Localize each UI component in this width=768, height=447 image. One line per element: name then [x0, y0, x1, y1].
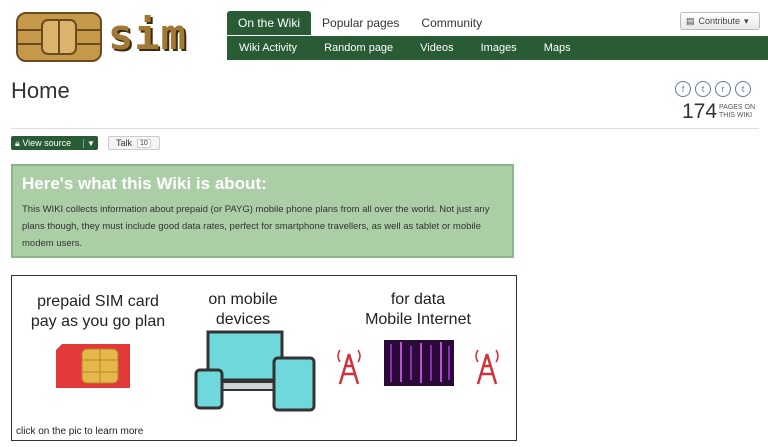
logo-text: sim [108, 10, 187, 59]
tab-on-the-wiki[interactable]: On the Wiki [227, 11, 312, 35]
tab-community[interactable]: Community [410, 11, 493, 35]
banner-col2-line2: devices [215, 311, 271, 328]
about-box: Here's what this Wiki is about: This WIK… [11, 164, 514, 258]
contribute-button[interactable]: ▤ Contribute ▾ [680, 12, 760, 30]
info-banner-image[interactable]: prepaid SIM card pay as you go plan on m… [11, 275, 517, 441]
chevron-down-icon[interactable]: ▼ [83, 138, 98, 148]
pages-label: PAGES ON THIS WIKI [719, 104, 755, 120]
subnav-images[interactable]: Images [481, 42, 517, 54]
sim-chip-logo-icon [16, 12, 102, 62]
banner-footer-text: click on the pic to learn more [16, 426, 144, 437]
talk-button[interactable]: Talk 10 [108, 136, 160, 150]
banner-col1-line2: pay as you go plan [30, 313, 166, 330]
twitter-icon[interactable]: t [695, 81, 711, 97]
about-heading: Here's what this Wiki is about: [22, 174, 267, 193]
banner-col3-line2: Mobile Internet [365, 311, 471, 328]
mobile-devices-icon [194, 330, 316, 412]
chevron-down-icon: ▾ [744, 15, 749, 26]
view-source-button[interactable]: 🔒︎ View source ▼ [11, 136, 98, 150]
wiki-header: sim On the Wiki Popular pages Community … [0, 0, 768, 62]
banner-col3-line1: for data [390, 291, 446, 308]
title-divider [11, 128, 759, 129]
pages-label-line2: THIS WIKI [719, 112, 753, 119]
top-nav: On the Wiki Popular pages Community [227, 11, 493, 35]
subnav-videos[interactable]: Videos [420, 42, 453, 54]
sim-card-icon [56, 344, 130, 388]
pages-count: 174 [682, 100, 718, 123]
banner-col3-text: for data Mobile Internet [348, 290, 488, 330]
tab-popular-pages[interactable]: Popular pages [311, 11, 410, 35]
banner-col2-line1: on mobile [208, 291, 278, 308]
view-source-label: View source [22, 137, 72, 148]
subnav-wiki-activity[interactable]: Wiki Activity [239, 42, 297, 54]
antenna-left-icon [337, 349, 361, 385]
reddit-icon[interactable]: r [715, 81, 731, 97]
banner-col1-line1: prepaid SIM card [37, 293, 159, 310]
tumblr-icon[interactable]: t [735, 81, 751, 97]
antenna-right-icon [475, 349, 499, 385]
social-icons: f t r t [675, 81, 751, 97]
talk-count-badge: 10 [137, 138, 151, 148]
data-stream-icon [384, 340, 454, 386]
contribute-label: Contribute [698, 16, 741, 26]
wiki-logo[interactable]: sim [16, 10, 194, 62]
banner-col1-text: prepaid SIM card pay as you go plan [18, 292, 178, 332]
subnav-random-page[interactable]: Random page [324, 42, 393, 54]
sub-nav-bar: Wiki Activity Random page Videos Images … [227, 36, 768, 60]
page-title: Home [11, 78, 70, 103]
lock-icon: 🔒︎ [15, 137, 20, 148]
facebook-icon[interactable]: f [675, 81, 691, 97]
page-icon: ▤ [686, 15, 695, 26]
banner-col2-text: on mobile devices [188, 290, 298, 330]
pages-label-line1: PAGES ON [719, 104, 756, 111]
about-text: This WIKI collects information about pre… [22, 204, 490, 249]
talk-label: Talk [116, 138, 133, 148]
subnav-maps[interactable]: Maps [544, 42, 571, 54]
